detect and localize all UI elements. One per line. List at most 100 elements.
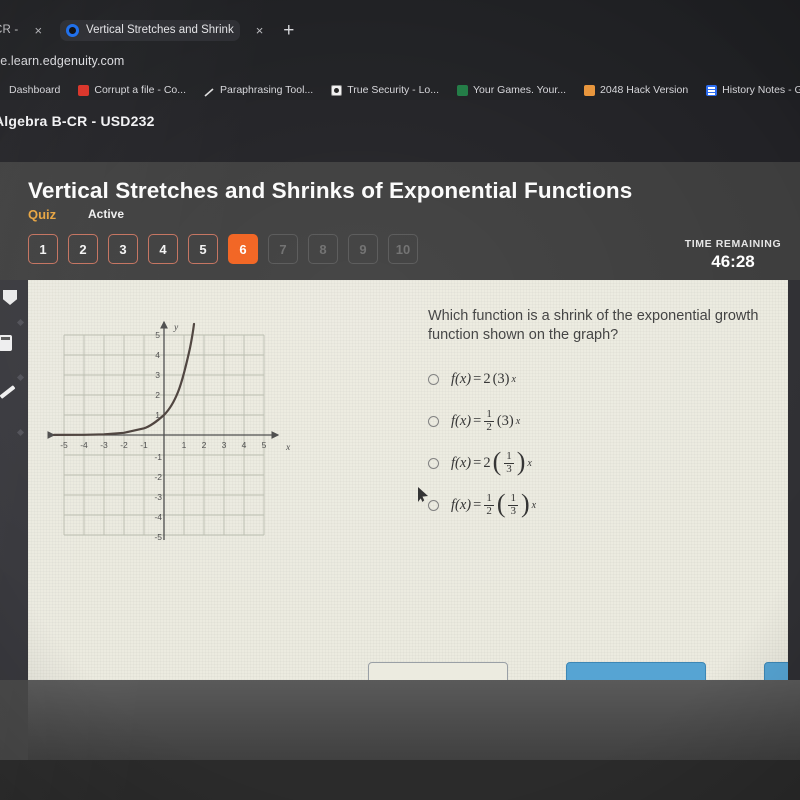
time-remaining-label: TIME REMAINING xyxy=(684,238,782,250)
equals-sign: = xyxy=(473,370,482,387)
tab-previous-title[interactable]: CR - xyxy=(0,24,18,36)
question-button-5[interactable]: 5 xyxy=(188,234,218,264)
calculator-tool-icon[interactable] xyxy=(0,335,12,351)
fraction-denominator: 2 xyxy=(484,420,494,433)
svg-text:1: 1 xyxy=(182,440,187,450)
svg-text:3: 3 xyxy=(155,370,160,380)
question-button-2[interactable]: 2 xyxy=(68,234,98,264)
tab-active[interactable]: Vertical Stretches and Shrink xyxy=(60,19,240,41)
svg-text:5: 5 xyxy=(262,440,267,450)
question-button-3[interactable]: 3 xyxy=(108,234,138,264)
fx-label: f(x) xyxy=(451,370,472,387)
monitor-screenshot: CR - × Vertical Stretches and Shrink × +… xyxy=(0,0,800,800)
option-c-exponent: x xyxy=(527,457,532,469)
radio-button-a[interactable] xyxy=(428,373,439,385)
option-a-base: (3) xyxy=(492,370,510,387)
bookmark-paraphrasing-tool[interactable]: Paraphrasing Tool... xyxy=(195,82,322,98)
close-icon-previous-tab[interactable]: × xyxy=(34,24,42,37)
tab-strip: CR - × Vertical Stretches and Shrink × + xyxy=(0,16,800,44)
option-b-exponent: x xyxy=(515,415,521,427)
bookmark-label: History Notes - G... xyxy=(722,84,800,96)
answer-option-b[interactable]: f(x) = 1 2 (3) x xyxy=(428,400,778,442)
flag-tool-icon[interactable] xyxy=(3,290,17,305)
question-navigator: 1 2 3 4 5 6 7 8 9 10 xyxy=(28,234,418,264)
bookmark-your-games[interactable]: Your Games. Your... xyxy=(448,82,575,98)
address-bar[interactable]: re.learn.edgenuity.com xyxy=(0,52,800,72)
left-paren: ( xyxy=(492,446,502,476)
graph-x-axis-label: x xyxy=(285,443,291,453)
radio-button-d[interactable] xyxy=(428,499,439,511)
answer-option-a-math: f(x) = 2 (3) x xyxy=(451,371,516,388)
secondary-button[interactable] xyxy=(368,662,508,680)
fraction-denominator: 3 xyxy=(508,504,518,517)
option-b-base: (3) xyxy=(496,412,514,429)
svg-text:-3: -3 xyxy=(100,440,108,450)
question-content-sheet: 5 4 3 2 1 -1 -2 -3 -4 -5 -5 -4 -3 -2 -1 … xyxy=(28,280,788,680)
bookmark-label: Corrupt a file - Co... xyxy=(94,84,186,96)
equals-sign: = xyxy=(473,496,482,513)
true-security-icon xyxy=(331,84,343,96)
question-button-4[interactable]: 4 xyxy=(148,234,178,264)
answer-option-a[interactable]: f(x) = 2 (3) x xyxy=(428,358,778,400)
right-paren: ) xyxy=(520,488,530,518)
new-tab-icon[interactable]: + xyxy=(283,21,294,40)
bookmark-history-notes[interactable]: History Notes - G... xyxy=(697,82,800,98)
bookmark-label: True Security - Lo... xyxy=(347,84,440,96)
option-c-coefficient: 2 xyxy=(483,454,491,471)
bookmark-dashboard[interactable]: Dashboard xyxy=(0,82,69,98)
browser-chrome: CR - × Vertical Stretches and Shrink × +… xyxy=(0,0,800,100)
bookmark-2048-hack-version[interactable]: 2048 Hack Version xyxy=(575,82,697,98)
answer-option-d[interactable]: f(x) = 1 2 ( 1 3 ) x xyxy=(428,484,778,526)
time-remaining: TIME REMAINING 46:28 xyxy=(658,238,800,272)
svg-text:-5: -5 xyxy=(154,532,162,540)
bookmark-true-security[interactable]: True Security - Lo... xyxy=(322,82,448,98)
svg-text:-1: -1 xyxy=(140,440,148,450)
radio-button-c[interactable] xyxy=(428,457,439,469)
svg-text:-3: -3 xyxy=(154,492,162,502)
bookmark-label: Dashboard xyxy=(9,84,61,96)
fraction-numerator: 1 xyxy=(506,449,512,462)
page-right-gutter xyxy=(788,280,800,680)
fx-label: f(x) xyxy=(451,496,472,513)
page-title: Vertical Stretches and Shrinks of Expone… xyxy=(28,178,633,203)
svg-text:4: 4 xyxy=(155,350,160,360)
answer-option-c[interactable]: f(x) = 2 ( 1 3 ) x xyxy=(428,442,778,484)
fraction-denominator: 3 xyxy=(504,462,514,475)
question-button-7: 7 xyxy=(268,234,298,264)
option-c-base-fraction: 1 3 xyxy=(504,449,514,475)
svg-text:-1: -1 xyxy=(154,452,162,462)
primary-button[interactable] xyxy=(566,662,706,680)
svg-text:4: 4 xyxy=(242,440,247,450)
close-icon-active-tab[interactable]: × xyxy=(256,24,264,37)
pencil-tool-icon[interactable] xyxy=(0,385,16,399)
app-header: Algebra B-CR - USD232 xyxy=(0,100,800,170)
question-button-1[interactable]: 1 xyxy=(28,234,58,264)
url-text: re.learn.edgenuity.com xyxy=(0,54,125,68)
question-button-10: 10 xyxy=(388,234,418,264)
fx-label: f(x) xyxy=(451,412,472,429)
quiz-type-label: Quiz xyxy=(28,207,57,222)
option-d-exponent: x xyxy=(531,499,537,511)
equals-sign: = xyxy=(473,454,482,471)
next-button[interactable] xyxy=(764,662,788,680)
fraction-numerator: 1 xyxy=(486,491,492,504)
quiz-header-bar: Vertical Stretches and Shrinks of Expone… xyxy=(0,162,800,280)
answer-options: f(x) = 2 (3) x f(x) = 1 2 (3) x f(x) = 2… xyxy=(428,358,778,526)
bookmarks-bar: Dashboard Corrupt a file - Co... Paraphr… xyxy=(0,80,800,100)
red-square-icon xyxy=(78,84,90,96)
green-square-icon xyxy=(457,84,469,96)
option-b-coefficient-fraction: 1 2 xyxy=(484,407,494,433)
svg-text:3: 3 xyxy=(222,440,227,450)
svg-text:-4: -4 xyxy=(154,512,162,522)
question-button-6[interactable]: 6 xyxy=(228,234,258,264)
rail-marker xyxy=(16,318,25,327)
graph-svg: 5 4 3 2 1 -1 -2 -3 -4 -5 -5 -4 -3 -2 -1 … xyxy=(47,320,291,540)
question-button-8: 8 xyxy=(308,234,338,264)
graph-y-axis-label: y xyxy=(173,323,179,333)
radio-button-b[interactable] xyxy=(428,415,439,427)
left-paren: ( xyxy=(496,488,506,518)
action-button-row xyxy=(368,662,788,680)
bookmark-corrupt-a-file[interactable]: Corrupt a file - Co... xyxy=(69,82,195,98)
fraction-numerator: 1 xyxy=(486,407,492,420)
option-d-base-fraction: 1 3 xyxy=(508,492,518,517)
